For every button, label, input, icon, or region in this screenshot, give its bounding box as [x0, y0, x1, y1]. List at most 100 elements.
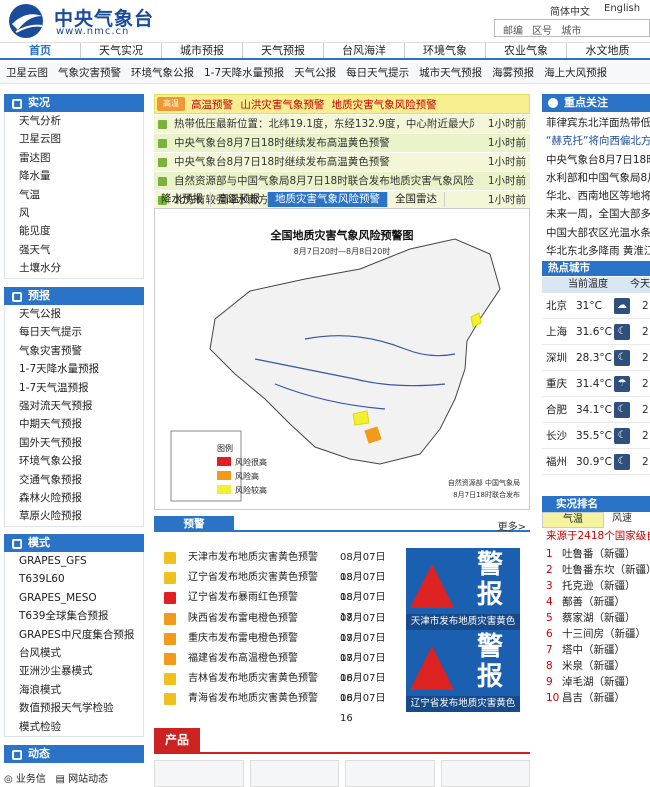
- sidebar-item[interactable]: 1-7天降水量预报: [5, 360, 143, 378]
- sidebar-item[interactable]: 强对流天气预报: [5, 397, 143, 415]
- nav-environment[interactable]: 环境气象: [405, 43, 486, 58]
- lang-chinese-link[interactable]: 简体中文: [550, 3, 590, 18]
- rank-station[interactable]: 吐鲁番（新疆）: [562, 548, 636, 560]
- list-item[interactable]: 福建省发布高温橙色预警 08月07日16: [160, 649, 396, 684]
- list-item[interactable]: 吉林省发布地质灾害黄色预警 08月07日16: [160, 669, 396, 704]
- sidebar-item[interactable]: 森林火险预报: [5, 489, 143, 507]
- nav-weather-forecast[interactable]: 天气预报: [243, 43, 324, 58]
- product-thumbnail[interactable]: [440, 760, 530, 787]
- city-name[interactable]: 合肥: [546, 398, 567, 423]
- alert-strip[interactable]: 高温 高温预警 山洪灾害气象预警 地质灾害气象风险预警: [154, 94, 530, 114]
- sidebar-item[interactable]: 草原火险预报: [5, 507, 143, 525]
- nav-agriculture[interactable]: 农业气象: [486, 43, 567, 58]
- tab-high-temp[interactable]: 高温预报: [211, 192, 268, 207]
- table-row[interactable]: 深圳 28.3°C ☾ 2: [542, 346, 650, 371]
- sidebar-item[interactable]: 国外天气预报: [5, 434, 143, 452]
- sidebar-item[interactable]: 交通气象预报: [5, 471, 143, 489]
- warning-text[interactable]: 辽宁省发布暴雨红色预警: [188, 588, 298, 608]
- list-item[interactable]: 华北、西南地区等地将有: [546, 187, 650, 205]
- nav-typhoon-ocean[interactable]: 台风海洋: [324, 43, 405, 58]
- subnav-link[interactable]: 气象灾害预警: [58, 65, 121, 80]
- list-item[interactable]: 青海省发布地质灾害黄色预警 08月07日16: [160, 689, 396, 724]
- alert-text[interactable]: 高温预警 山洪灾害气象预警 地质灾害气象风险预警: [191, 97, 437, 112]
- warning-card[interactable]: 警报 辽宁省发布地质灾害黄色: [406, 630, 520, 712]
- tab-wind[interactable]: 风速: [612, 512, 632, 526]
- lang-english-link[interactable]: English: [604, 3, 640, 14]
- city-search-input[interactable]: 邮编 区号 城市: [494, 19, 650, 37]
- subnav-link[interactable]: 1-7天降水量预报: [204, 65, 284, 80]
- product-thumbnail[interactable]: [345, 760, 435, 787]
- subnav-link[interactable]: 城市天气预报: [419, 65, 482, 80]
- sidebar-item[interactable]: 气象灾害预警: [5, 342, 143, 360]
- city-name[interactable]: 上海: [546, 320, 567, 345]
- warning-text[interactable]: 福建省发布高温橙色预警: [188, 649, 298, 669]
- sidebar-item[interactable]: T639全球集合预报: [5, 607, 143, 625]
- list-item[interactable]: 辽宁省发布地质灾害黄色预警 08月07日18: [160, 568, 396, 603]
- list-item[interactable]: 中央气象台8月7日18时继续发布高温黄色预警 1小时前: [154, 134, 530, 153]
- list-item[interactable]: 陕西省发布雷电橙色预警 08月07日17: [160, 609, 396, 644]
- list-item[interactable]: “赫克托”将向西偏北方向: [546, 132, 650, 150]
- sidebar-item[interactable]: 每日天气提示: [5, 323, 143, 341]
- warning-text[interactable]: 辽宁省发布地质灾害黄色预警: [188, 568, 318, 588]
- subnav-link[interactable]: 卫星云图: [6, 65, 48, 80]
- sidebar-item[interactable]: 1-7天气温预报: [5, 379, 143, 397]
- list-item[interactable]: 水利部和中国气象局8月7日: [546, 169, 650, 187]
- sidebar-item[interactable]: 数值预报天气学检验: [5, 699, 143, 717]
- warning-text[interactable]: 青海省发布地质灾害黄色预警: [188, 689, 318, 709]
- list-item[interactable]: 重庆市发布雷电橙色预警 08月07日17: [160, 629, 396, 664]
- list-item[interactable]: 辽宁省发布暴雨红色预警 08月07日17: [160, 588, 396, 623]
- sidebar-item[interactable]: 气温: [5, 186, 143, 204]
- tab-precipitation[interactable]: 降水预报: [154, 192, 211, 207]
- nav-city-forecast[interactable]: 城市预报: [162, 43, 243, 58]
- sidebar-item[interactable]: 天气分析: [5, 112, 143, 130]
- warning-text[interactable]: 吉林省发布地质灾害黄色预警: [188, 669, 318, 689]
- list-item[interactable]: 7 塔中（新疆）: [546, 642, 650, 658]
- table-row[interactable]: 合肥 34.1°C ☾ 2: [542, 398, 650, 423]
- list-item[interactable]: 4 鄯善（新疆）: [546, 594, 650, 610]
- city-name[interactable]: 深圳: [546, 346, 567, 371]
- sidebar-item[interactable]: 海浪模式: [5, 681, 143, 699]
- subnav-link[interactable]: 海雾预报: [492, 65, 534, 80]
- more-link[interactable]: 更多>: [498, 518, 526, 533]
- sidebar-item[interactable]: 网站动态: [68, 774, 108, 785]
- warning-text[interactable]: 陕西省发布雷电橙色预警: [188, 609, 298, 629]
- list-item[interactable]: 5 蔡家湖（新疆）: [546, 610, 650, 626]
- headline-text[interactable]: 中央气象台8月7日18时继续发布高温黄色预警: [174, 134, 474, 153]
- warning-text[interactable]: 天津市发布地质灾害黄色预警: [188, 548, 318, 568]
- sidebar-item[interactable]: 卫星云图: [5, 130, 143, 148]
- list-item[interactable]: 1 吐鲁番（新疆）: [546, 546, 650, 562]
- product-thumbnail[interactable]: [154, 760, 244, 787]
- sidebar-item[interactable]: 强天气: [5, 241, 143, 259]
- headline-text[interactable]: 热带低压最新位置：北纬19.1度，东经132.9度，中心附近最大风…: [174, 115, 474, 134]
- list-item[interactable]: 中央气象台8月7日18时继续发布高温黄色预警 1小时前: [154, 153, 530, 172]
- sidebar-item[interactable]: 雷达图: [5, 149, 143, 167]
- city-name[interactable]: 北京: [546, 294, 567, 319]
- table-row[interactable]: 福州 30.9°C ☾ 2: [542, 450, 650, 475]
- subnav-link[interactable]: 每日天气提示: [346, 65, 409, 80]
- sidebar-item[interactable]: 亚洲沙尘暴模式: [5, 662, 143, 680]
- rank-station[interactable]: 托克逊（新疆）: [562, 580, 636, 592]
- rank-station[interactable]: 蔡家湖（新疆）: [562, 612, 636, 624]
- list-item[interactable]: 3 托克逊（新疆）: [546, 578, 650, 594]
- nav-home[interactable]: 首页: [0, 43, 81, 58]
- tab-temperature[interactable]: 气温: [542, 512, 604, 528]
- sidebar-item[interactable]: GRAPES中尺度集合预报: [5, 626, 143, 644]
- sidebar-item[interactable]: 环境气象公报: [5, 452, 143, 470]
- city-name[interactable]: 重庆: [546, 372, 567, 397]
- sidebar-item[interactable]: GRAPES_MESO: [5, 589, 143, 607]
- logo[interactable]: 中央气象台 www.nmc.cn: [4, 2, 184, 40]
- geohazard-map[interactable]: 全国地质灾害气象风险预警图 8月7日20时—8月8日20时 图例 风险很高 风险…: [154, 208, 530, 510]
- city-name[interactable]: 福州: [546, 450, 567, 475]
- subnav-link[interactable]: 环境气象公报: [131, 65, 194, 80]
- rank-station[interactable]: 吐鲁番东坎（新疆）: [562, 564, 650, 576]
- sidebar-item[interactable]: 台风模式: [5, 644, 143, 662]
- sidebar-item[interactable]: 土壤水分: [5, 259, 143, 277]
- list-item[interactable]: 未来一周，全国大部多: [546, 205, 650, 223]
- nav-weather-live[interactable]: 天气实况: [81, 43, 162, 58]
- product-thumbnail[interactable]: [249, 760, 339, 787]
- table-row[interactable]: 重庆 31.4°C ☂ 2: [542, 372, 650, 397]
- sidebar-item[interactable]: 模式检验: [5, 718, 143, 736]
- list-item[interactable]: 6 十三间房（新疆）: [546, 626, 650, 642]
- list-item[interactable]: 中央气象台8月7日18时: [546, 151, 650, 169]
- sidebar-item[interactable]: 降水量: [5, 167, 143, 185]
